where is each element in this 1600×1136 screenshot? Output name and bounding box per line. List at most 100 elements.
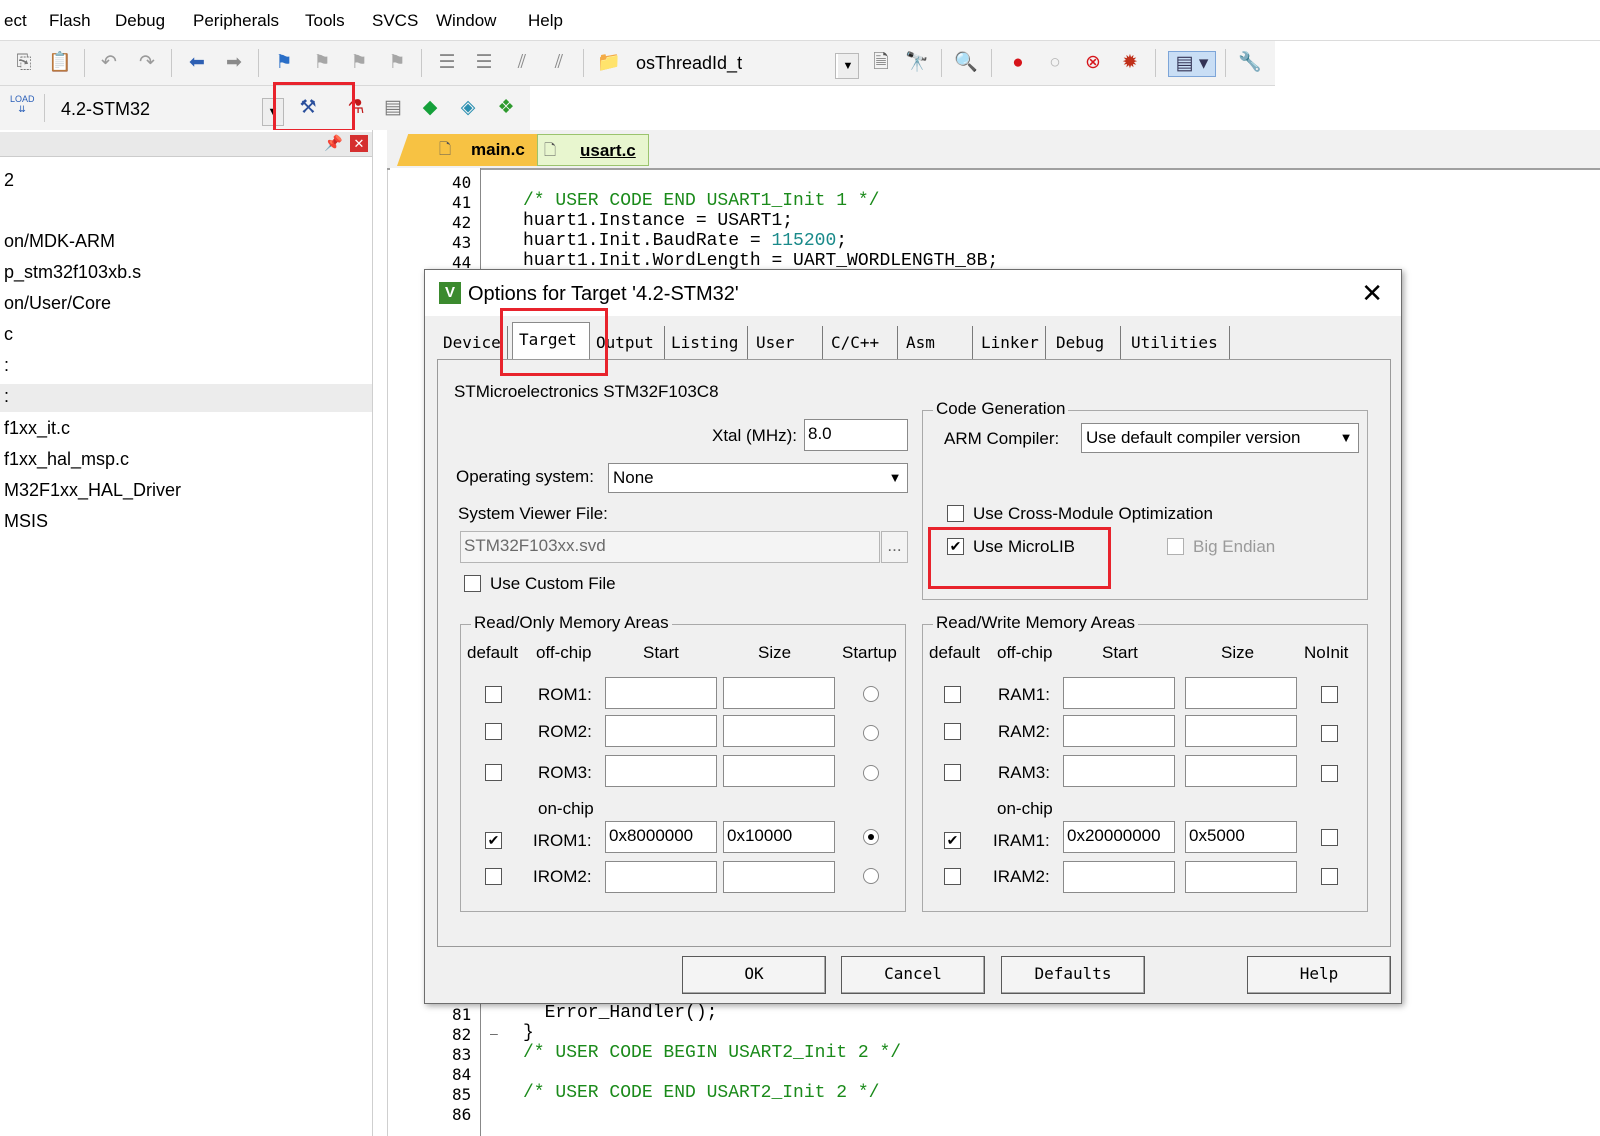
tab-asm[interactable]: Asm — [900, 326, 973, 360]
incremental-find-icon[interactable]: 🔭 — [905, 51, 929, 75]
code-line[interactable]: /* USER CODE BEGIN USART2_Init 2 */ — [523, 1043, 901, 1063]
big-endian-checkbox[interactable] — [1167, 538, 1184, 555]
menu-peripherals[interactable]: Peripherals — [193, 11, 279, 31]
menu-help[interactable]: Help — [528, 11, 563, 31]
configure-icon[interactable]: 🔧 — [1238, 51, 1262, 75]
tab-user[interactable]: User — [750, 326, 823, 360]
clear-bookmarks-icon[interactable]: ⚑ — [385, 51, 409, 75]
tab-output[interactable]: Output — [590, 326, 665, 360]
menu-flash[interactable]: Flash — [49, 11, 91, 31]
rom2-size-input[interactable] — [723, 715, 835, 747]
ram2-size-input[interactable] — [1185, 715, 1297, 747]
ram1-start-input[interactable] — [1063, 677, 1175, 709]
close-icon[interactable]: ✕ — [350, 135, 368, 152]
rom1-size-input[interactable] — [723, 677, 835, 709]
target-select-text[interactable]: 4.2-STM32 — [61, 99, 150, 120]
window-layout-icon[interactable]: ▤ ▾ — [1168, 51, 1216, 77]
prev-bookmark-icon[interactable]: ⚑ — [310, 51, 334, 75]
tab-main-c[interactable]: 🗋 main.c — [397, 134, 537, 166]
browse-button[interactable]: ... — [881, 531, 908, 563]
irom2-default-checkbox[interactable] — [485, 868, 502, 885]
rom2-startup-radio[interactable] — [863, 725, 879, 741]
code-line[interactable]: /* USER CODE END USART1_Init 1 */ — [523, 191, 879, 211]
kill-breakpoints-icon[interactable]: ✹ — [1118, 51, 1142, 75]
xtal-input[interactable]: 8.0 — [804, 419, 908, 451]
options-for-target-icon[interactable]: ⚒ — [296, 96, 320, 120]
forward-icon[interactable]: ➡ — [222, 51, 246, 75]
irom1-size-input[interactable]: 0x10000 — [723, 821, 835, 853]
disable-breakpoints-icon[interactable]: ⊗ — [1081, 51, 1105, 75]
paste-icon[interactable]: 📋 — [48, 51, 72, 75]
tree-item[interactable]: : — [4, 355, 9, 376]
code-line[interactable]: huart1.Init.BaudRate = 115200; — [523, 231, 847, 251]
iram2-default-checkbox[interactable] — [944, 868, 961, 885]
menu-debug[interactable]: Debug — [115, 11, 165, 31]
bookmark-icon[interactable]: ⚑ — [272, 51, 296, 75]
ram2-default-checkbox[interactable] — [944, 723, 961, 740]
ok-button[interactable]: OK — [682, 956, 826, 994]
target-dropdown[interactable]: ▼ — [262, 98, 284, 126]
iram1-start-input[interactable]: 0x20000000 — [1063, 821, 1175, 853]
irom1-start-input[interactable]: 0x8000000 — [605, 821, 717, 853]
iram1-default-checkbox[interactable]: ✔ — [944, 832, 961, 849]
code-line[interactable]: huart1.Init.WordLength = UART_WORDLENGTH… — [523, 251, 998, 271]
irom2-startup-radio[interactable] — [863, 868, 879, 884]
tab-device[interactable]: Device — [437, 326, 508, 360]
help-button[interactable]: Help — [1247, 956, 1391, 994]
irom1-startup-radio[interactable] — [863, 829, 879, 845]
insert-breakpoint-icon[interactable]: ● — [1006, 51, 1030, 75]
cancel-button[interactable]: Cancel — [841, 956, 985, 994]
ram1-default-checkbox[interactable] — [944, 686, 961, 703]
irom2-start-input[interactable] — [605, 861, 717, 893]
rom3-start-input[interactable] — [605, 755, 717, 787]
tab-usart-c[interactable]: 🗋 usart.c — [537, 134, 649, 166]
rom3-default-checkbox[interactable] — [485, 764, 502, 781]
find-in-files-icon[interactable]: 📁 — [597, 51, 621, 75]
copy-icon[interactable]: ⎘ — [12, 51, 36, 75]
tree-item[interactable]: c — [4, 324, 13, 345]
tree-item[interactable]: on/MDK-ARM — [4, 231, 115, 252]
defaults-button[interactable]: Defaults — [1001, 956, 1145, 994]
irom1-default-checkbox[interactable]: ✔ — [485, 832, 502, 849]
ram3-size-input[interactable] — [1185, 755, 1297, 787]
tab-debug[interactable]: Debug — [1050, 326, 1121, 360]
redo-icon[interactable]: ↷ — [135, 51, 159, 75]
symbol-search-text[interactable]: osThreadId_t — [636, 53, 742, 74]
pack-installer-icon[interactable]: ◆ — [418, 96, 442, 120]
rte-icon[interactable]: ❖ — [494, 96, 518, 120]
load-icon[interactable]: LOAD ⇊ — [10, 94, 35, 118]
code-line[interactable]: huart1.Instance = USART1; — [523, 211, 793, 231]
tree-item[interactable]: f1xx_hal_msp.c — [4, 449, 129, 470]
ram2-noinit-checkbox[interactable] — [1321, 725, 1338, 742]
code-line[interactable]: } — [523, 1023, 534, 1043]
fold-marker[interactable]: – — [490, 1025, 498, 1041]
iram1-noinit-checkbox[interactable] — [1321, 829, 1338, 846]
close-icon[interactable]: ✕ — [1361, 278, 1383, 309]
menu-window[interactable]: Window — [436, 11, 496, 31]
tree-item[interactable]: p_stm32f103xb.s — [4, 262, 141, 283]
start-debug-icon[interactable]: 🔍 — [954, 51, 978, 75]
ram3-start-input[interactable] — [1063, 755, 1175, 787]
tab-utilities[interactable]: Utilities — [1125, 326, 1230, 360]
menu-svcs[interactable]: SVCS — [372, 11, 418, 31]
use-custom-file-checkbox[interactable] — [464, 575, 481, 592]
rom2-default-checkbox[interactable] — [485, 723, 502, 740]
rom2-start-input[interactable] — [605, 715, 717, 747]
os-select[interactable]: None ▼ — [608, 463, 908, 493]
tab-cpp[interactable]: C/C++ — [825, 326, 898, 360]
iram1-size-input[interactable]: 0x5000 — [1185, 821, 1297, 853]
comment-icon[interactable]: ⫽ — [510, 51, 534, 75]
indent-icon[interactable]: ☰ — [435, 51, 459, 75]
tree-item[interactable]: MSIS — [4, 511, 48, 532]
tree-item[interactable]: 2 — [4, 170, 14, 191]
svf-input[interactable]: STM32F103xx.svd — [460, 531, 880, 563]
tree-item[interactable]: M32F1xx_HAL_Driver — [4, 480, 181, 501]
compiler-select[interactable]: Use default compiler version ▼ — [1081, 423, 1359, 453]
undo-icon[interactable]: ↶ — [97, 51, 121, 75]
next-bookmark-icon[interactable]: ⚑ — [347, 51, 371, 75]
code-line[interactable]: /* USER CODE END USART2_Init 2 */ — [523, 1083, 879, 1103]
iram2-size-input[interactable] — [1185, 861, 1297, 893]
unindent-icon[interactable]: ☰ — [472, 51, 496, 75]
iram2-noinit-checkbox[interactable] — [1321, 868, 1338, 885]
rom3-size-input[interactable] — [723, 755, 835, 787]
